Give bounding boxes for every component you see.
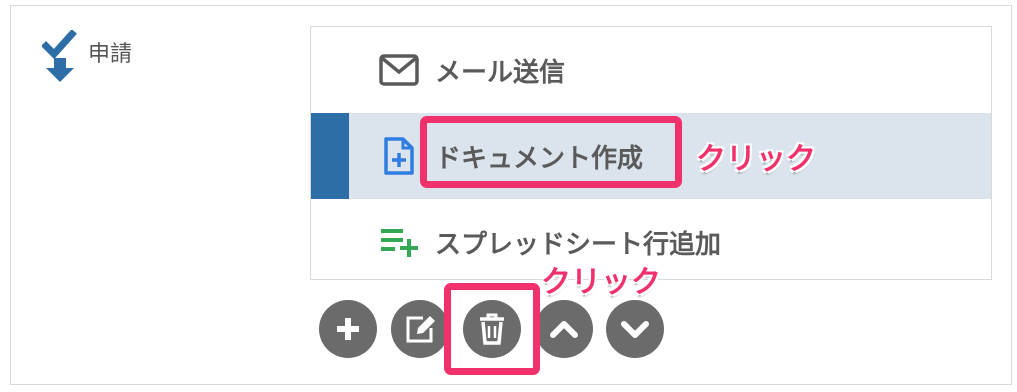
section-header: 申請 [42, 30, 132, 86]
list-add-icon [379, 222, 419, 262]
edit-step-button[interactable] [391, 300, 449, 358]
edit-icon [406, 316, 435, 343]
move-down-button[interactable] [606, 300, 664, 358]
highlight-box-delete [444, 283, 540, 375]
step-label: メール送信 [435, 57, 566, 88]
add-icon [337, 318, 359, 340]
document-add-icon [379, 136, 419, 176]
move-up-button[interactable] [535, 300, 593, 358]
add-step-button[interactable] [319, 300, 377, 358]
click-annotation-delete: クリック [541, 265, 661, 300]
section-title: 申請 [88, 42, 133, 67]
envelope-icon [379, 50, 419, 90]
step-label: スプレッドシート行追加 [435, 229, 722, 260]
selected-indicator [311, 113, 349, 199]
check-down-arrow-icon [42, 30, 77, 82]
step-item-send-mail[interactable]: メール送信 [311, 27, 991, 113]
click-annotation-step: クリック [696, 142, 816, 177]
highlight-box-step [420, 116, 682, 188]
chevron-up-icon [550, 321, 578, 338]
chevron-down-icon [621, 321, 649, 338]
